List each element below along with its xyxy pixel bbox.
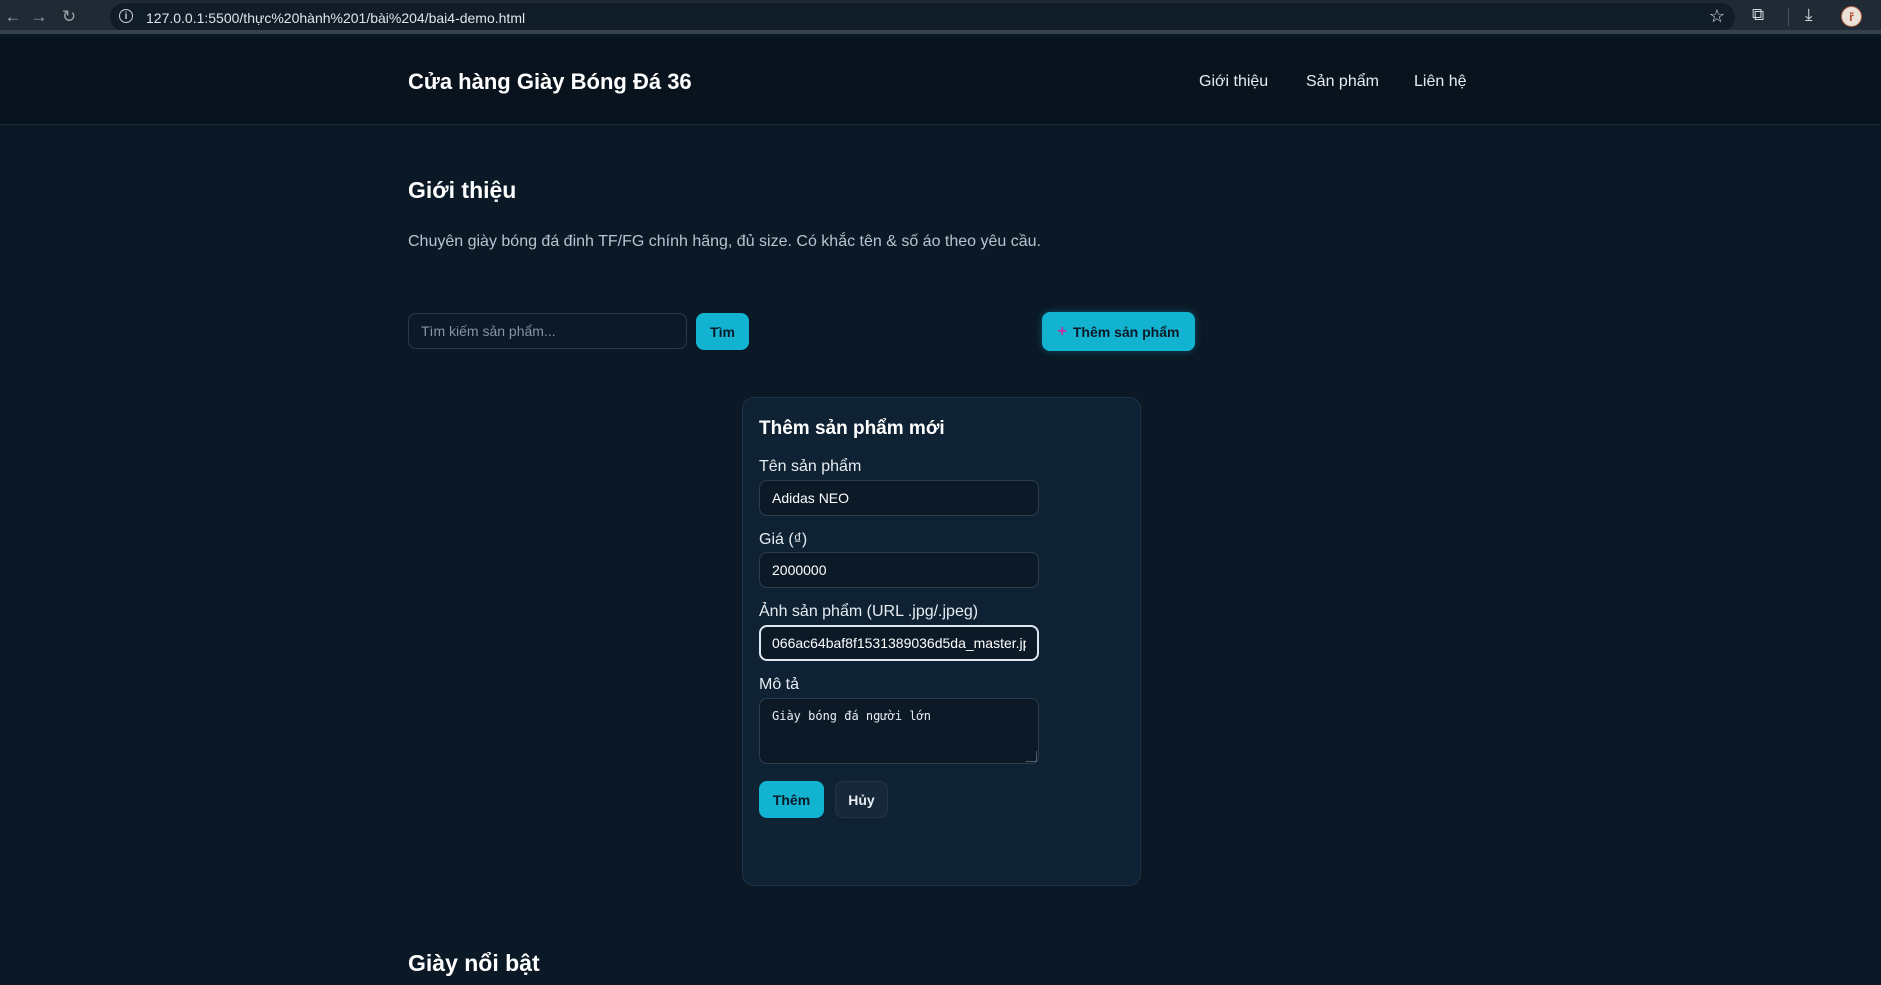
nav-link-gioi-thieu[interactable]: Giới thiệu [1199,73,1268,91]
plus-icon: + [1057,322,1067,340]
site-header: Cửa hàng Giày Bóng Đá 36 Giới thiệu Sản … [0,38,1881,125]
search-input[interactable] [408,313,687,349]
featured-heading: Giày nổi bật [408,950,540,976]
submit-button[interactable]: Thêm [759,781,824,818]
bookmark-star-icon[interactable]: ☆ [1709,6,1725,27]
profile-avatar[interactable]: ř [1841,6,1862,27]
brand-title[interactable]: Cửa hàng Giày Bóng Đá 36 [408,69,692,95]
extensions-icon[interactable]: ⧉ [1752,5,1764,25]
forward-icon[interactable]: → [28,6,50,28]
cancel-button[interactable]: Hủy [835,781,888,818]
search-button[interactable]: Tìm [696,313,749,350]
product-name-input[interactable] [759,480,1039,516]
add-product-form: Thêm sản phẩm mới Tên sản phẩm Giá (₫) Ả… [742,397,1141,886]
form-title: Thêm sản phẩm mới [759,418,945,439]
image-url-label: Ảnh sản phẩm (URL .jpg/.jpeg) [759,603,979,620]
product-description-textarea[interactable]: Giày bóng đá người lớn [759,698,1039,764]
product-price-input[interactable] [759,552,1039,588]
nav-link-san-pham[interactable]: Sản phẩm [1306,73,1379,91]
add-product-label: Thêm sản phẩm [1072,323,1180,340]
toolbar-bottom-border [0,30,1881,34]
address-bar[interactable]: i 127.0.0.1:5500/thực%20hành%201/bài%204… [110,3,1735,31]
url-text[interactable]: 127.0.0.1:5500/thực%20hành%201/bài%204/b… [146,10,525,26]
name-label: Tên sản phẩm [759,458,862,475]
back-icon[interactable]: ← [2,6,24,28]
site-info-icon[interactable]: i [119,9,133,23]
price-label: Giá (₫) [759,531,808,548]
download-icon[interactable]: ⤓ [1805,5,1813,25]
browser-toolbar: ← → ↻ i 127.0.0.1:5500/thực%20hành%201/b… [0,0,1881,34]
intro-heading: Giới thiệu [408,177,517,203]
product-image-url-input[interactable] [759,625,1039,661]
nav-link-lien-he[interactable]: Liên hệ [1414,73,1467,91]
textarea-resize-handle[interactable] [1026,751,1037,762]
toolbar-divider [1788,8,1789,26]
description-label: Mô tả [759,676,800,693]
reload-icon[interactable]: ↻ [58,6,80,28]
intro-description: Chuyên giày bóng đá đinh TF/FG chính hãn… [408,233,1041,250]
add-product-button[interactable]: + Thêm sản phẩm [1042,312,1195,351]
